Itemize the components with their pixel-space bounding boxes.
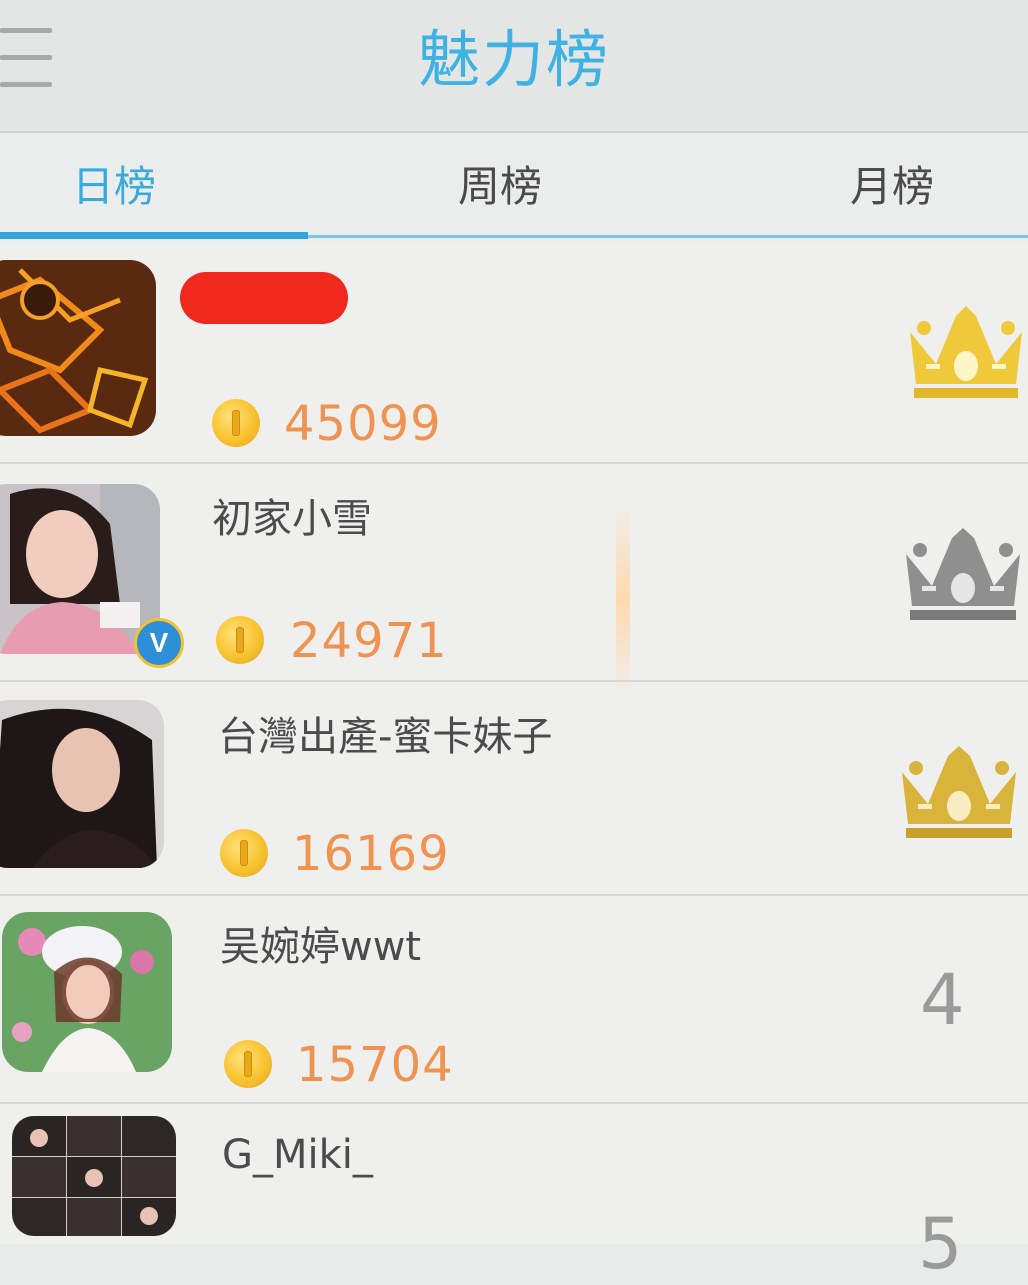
user-name: 吴婉婷wwt — [220, 924, 422, 970]
user-name: 台灣出產-蜜卡妹子 — [218, 714, 553, 760]
score-value: 15704 — [296, 1037, 454, 1093]
avatar — [0, 484, 160, 654]
tab-weekly[interactable]: 周榜 — [458, 157, 542, 217]
coin-icon — [224, 1040, 272, 1088]
bronze-crown-icon — [896, 742, 1022, 846]
score-value: 24971 — [290, 613, 448, 669]
tab-daily[interactable]: 日榜 — [72, 157, 156, 217]
rank-number: 4 — [920, 959, 965, 1041]
redacted-name — [180, 272, 348, 324]
coin-icon — [220, 829, 268, 877]
tab-monthly[interactable]: 月榜 — [850, 157, 934, 217]
ranking-tabs: 日榜 周榜 月榜 — [0, 133, 1028, 243]
user-name: 初家小雪 — [212, 496, 372, 542]
avatar — [0, 260, 156, 436]
list-item-rank-1[interactable]: 45099 — [0, 242, 1028, 464]
coin-icon — [216, 616, 264, 664]
list-item-rank-2[interactable]: V 初家小雪 24971 — [0, 464, 1028, 682]
list-item-rank-3[interactable]: 台灣出產-蜜卡妹子 16169 — [0, 682, 1028, 896]
list-item-rank-4[interactable]: 吴婉婷wwt 15704 4 — [0, 896, 1028, 1104]
coin-icon — [212, 399, 260, 447]
gold-crown-icon — [904, 302, 1028, 406]
app-header: 魅力榜 — [0, 0, 1028, 133]
avatar — [2, 912, 172, 1072]
score-value: 45099 — [284, 396, 442, 452]
avatar — [12, 1116, 176, 1236]
score-value: 16169 — [292, 826, 450, 882]
user-name: G_Miki_ — [222, 1132, 373, 1178]
silver-crown-icon — [900, 524, 1026, 628]
screen-glare — [616, 500, 630, 700]
avatar — [0, 700, 164, 868]
rank-number: 5 — [918, 1203, 963, 1285]
list-item-rank-5[interactable]: G_Miki_ 5 — [0, 1104, 1028, 1284]
page-title: 魅力榜 — [417, 23, 610, 96]
verified-badge: V — [134, 618, 184, 668]
tab-active-indicator — [0, 232, 308, 239]
